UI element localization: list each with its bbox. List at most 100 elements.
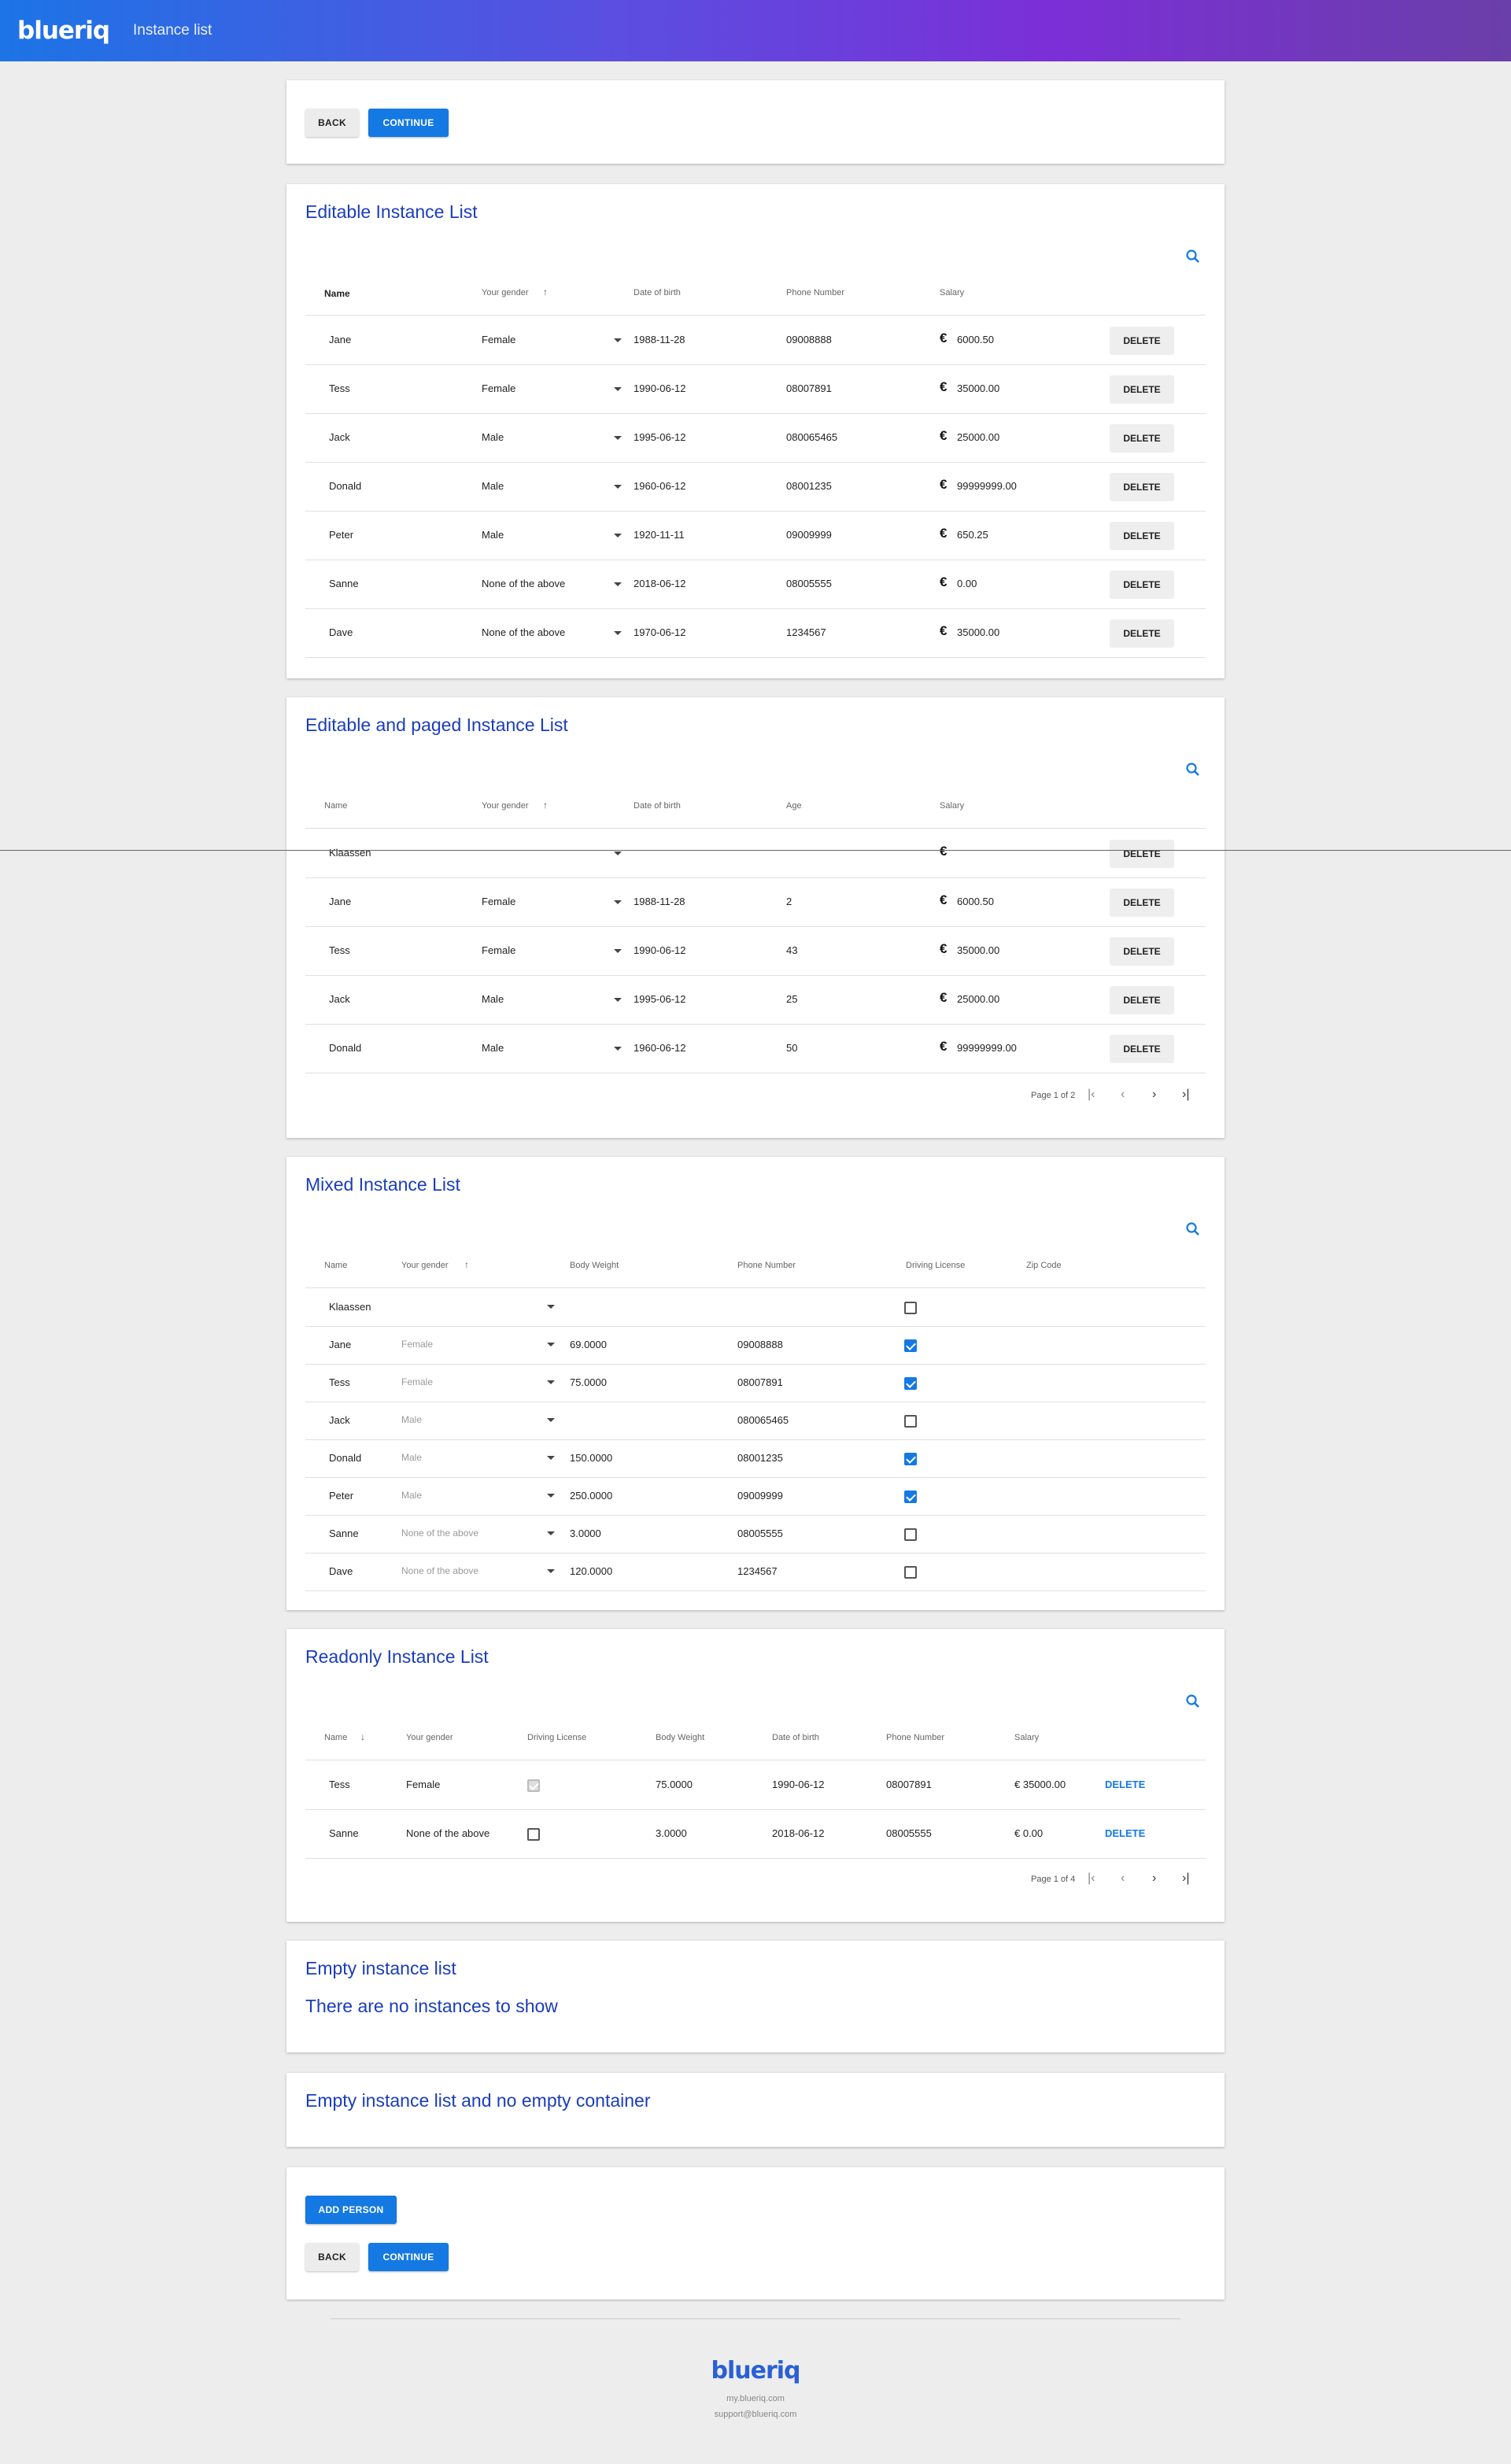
name-field[interactable]: Jane (329, 896, 351, 907)
footer-link-support[interactable]: support@blueriq.com (0, 2410, 1511, 2419)
salary-field[interactable]: 6000.50 (957, 334, 994, 345)
phone-field[interactable]: 1234567 (786, 626, 826, 638)
column-header-phone[interactable]: Phone Number (737, 1261, 796, 1270)
chevron-down-icon[interactable] (547, 1531, 555, 1535)
gender-select[interactable]: Male (482, 993, 504, 1005)
phone-field[interactable]: 08001235 (737, 1452, 783, 1464)
column-header-weight[interactable]: Body Weight (656, 1733, 704, 1742)
gender-select[interactable]: None of the above (401, 1528, 478, 1539)
column-header-dob[interactable]: Date of birth (634, 801, 681, 811)
delete-button[interactable]: DELETE (1110, 571, 1174, 599)
chevron-down-icon[interactable] (614, 534, 622, 537)
delete-button[interactable]: DELETE (1110, 1035, 1174, 1063)
column-header-phone[interactable]: Phone Number (886, 1733, 944, 1742)
name-field[interactable]: Jack (329, 993, 350, 1005)
sort-ascending-icon[interactable]: ↑ (543, 800, 548, 811)
name-field[interactable]: Sanne (329, 578, 359, 589)
delete-button[interactable]: DELETE (1110, 424, 1174, 453)
chevron-down-icon[interactable] (614, 900, 622, 904)
salary-field[interactable]: 35000.00 (957, 944, 999, 956)
chevron-down-icon[interactable] (614, 436, 622, 440)
dob-field[interactable]: 1960-06-12 (634, 1042, 686, 1054)
column-header-age[interactable]: Age (786, 801, 802, 811)
gender-select[interactable]: None of the above (482, 578, 565, 589)
column-header-weight[interactable]: Body Weight (570, 1261, 619, 1270)
dob-field[interactable]: 2018-06-12 (634, 578, 686, 589)
gender-select[interactable]: Female (482, 334, 515, 345)
column-header-name[interactable]: Name (324, 801, 347, 811)
chevron-down-icon[interactable] (614, 631, 622, 635)
column-header-salary[interactable]: Salary (1014, 1733, 1039, 1742)
column-header-salary[interactable]: Salary (940, 801, 964, 811)
dob-field[interactable]: 1960-06-12 (634, 480, 686, 492)
back-button[interactable]: BACK (305, 109, 359, 137)
driving-license-checkbox[interactable] (904, 1415, 917, 1428)
column-header-salary[interactable]: Salary (940, 288, 964, 297)
gender-select[interactable]: Female (482, 944, 515, 956)
dob-field[interactable]: 1988-11-28 (634, 334, 685, 345)
search-icon[interactable] (1185, 1221, 1201, 1237)
phone-field[interactable]: 09009999 (737, 1490, 783, 1502)
gender-select[interactable]: Male (482, 431, 504, 443)
salary-field[interactable]: 25000.00 (957, 431, 999, 443)
column-header-zip[interactable]: Zip Code (1026, 1261, 1062, 1270)
phone-field[interactable]: 09009999 (786, 529, 832, 541)
delete-link[interactable]: DELETE (1105, 1827, 1145, 1839)
dob-field[interactable]: 1920-11-11 (634, 529, 685, 541)
column-header-name[interactable]: Name (324, 288, 350, 299)
previous-page-icon[interactable]: ‹ (1121, 1088, 1125, 1102)
phone-field[interactable]: 08005555 (786, 578, 832, 589)
dob-field[interactable]: 1990-06-12 (634, 944, 686, 956)
driving-license-checkbox[interactable] (904, 1302, 917, 1314)
dob-field[interactable]: 1995-06-12 (634, 431, 686, 443)
weight-field[interactable]: 120.0000 (570, 1565, 612, 1577)
name-field[interactable]: Jane (329, 334, 351, 345)
salary-field[interactable]: 99999999.00 (957, 480, 1017, 492)
salary-field[interactable]: 99999999.00 (957, 1042, 1017, 1054)
phone-field[interactable]: 08005555 (737, 1528, 783, 1539)
delete-button[interactable]: DELETE (1110, 375, 1174, 404)
delete-button[interactable]: DELETE (1110, 888, 1174, 917)
delete-button[interactable]: DELETE (1110, 840, 1174, 868)
weight-field[interactable]: 69.0000 (570, 1339, 607, 1350)
weight-field[interactable]: 3.0000 (570, 1528, 601, 1539)
delete-button[interactable]: DELETE (1110, 619, 1174, 648)
column-header-gender[interactable]: Your gender (482, 288, 529, 297)
gender-select[interactable]: Male (482, 480, 504, 492)
gender-select[interactable]: Male (401, 1490, 422, 1501)
column-header-gender[interactable]: Your gender (401, 1261, 449, 1270)
column-header-license[interactable]: Driving License (527, 1733, 586, 1742)
gender-select[interactable]: Female (401, 1339, 433, 1350)
name-field[interactable]: Peter (329, 529, 353, 541)
driving-license-checkbox[interactable] (904, 1491, 917, 1503)
delete-button[interactable]: DELETE (1110, 327, 1174, 355)
continue-button[interactable]: CONTINUE (368, 2243, 449, 2271)
chevron-down-icon[interactable] (614, 582, 622, 586)
name-field[interactable]: Klaassen (329, 847, 371, 859)
search-icon[interactable] (1185, 249, 1201, 264)
sort-ascending-icon[interactable]: ↑ (464, 1259, 469, 1270)
footer-link-my-blueriq[interactable]: my.blueriq.com (0, 2394, 1511, 2403)
previous-page-icon[interactable]: ‹ (1121, 1871, 1125, 1886)
chevron-down-icon[interactable] (614, 852, 622, 855)
phone-field[interactable]: 09008888 (786, 334, 832, 345)
gender-select[interactable]: None of the above (482, 626, 565, 638)
salary-field[interactable]: 35000.00 (957, 382, 999, 394)
sort-descending-icon[interactable]: ↓ (360, 1731, 365, 1742)
driving-license-checkbox[interactable] (904, 1453, 917, 1465)
gender-select[interactable]: Male (401, 1452, 422, 1463)
first-page-icon[interactable]: |‹ (1088, 1871, 1095, 1886)
column-header-name[interactable]: Name (324, 1733, 347, 1742)
next-page-icon[interactable]: › (1152, 1871, 1156, 1886)
phone-field[interactable]: 08007891 (737, 1376, 783, 1388)
chevron-down-icon[interactable] (614, 338, 622, 342)
column-header-license[interactable]: Driving License (906, 1261, 965, 1270)
chevron-down-icon[interactable] (547, 1305, 555, 1309)
phone-field[interactable]: 09008888 (737, 1339, 783, 1350)
column-header-phone[interactable]: Phone Number (786, 288, 844, 297)
phone-field[interactable]: 08007891 (786, 382, 832, 394)
gender-select[interactable]: Male (482, 1042, 504, 1054)
delete-button[interactable]: DELETE (1110, 473, 1174, 501)
name-field[interactable]: Tess (329, 382, 350, 394)
gender-select[interactable]: Male (401, 1414, 422, 1425)
